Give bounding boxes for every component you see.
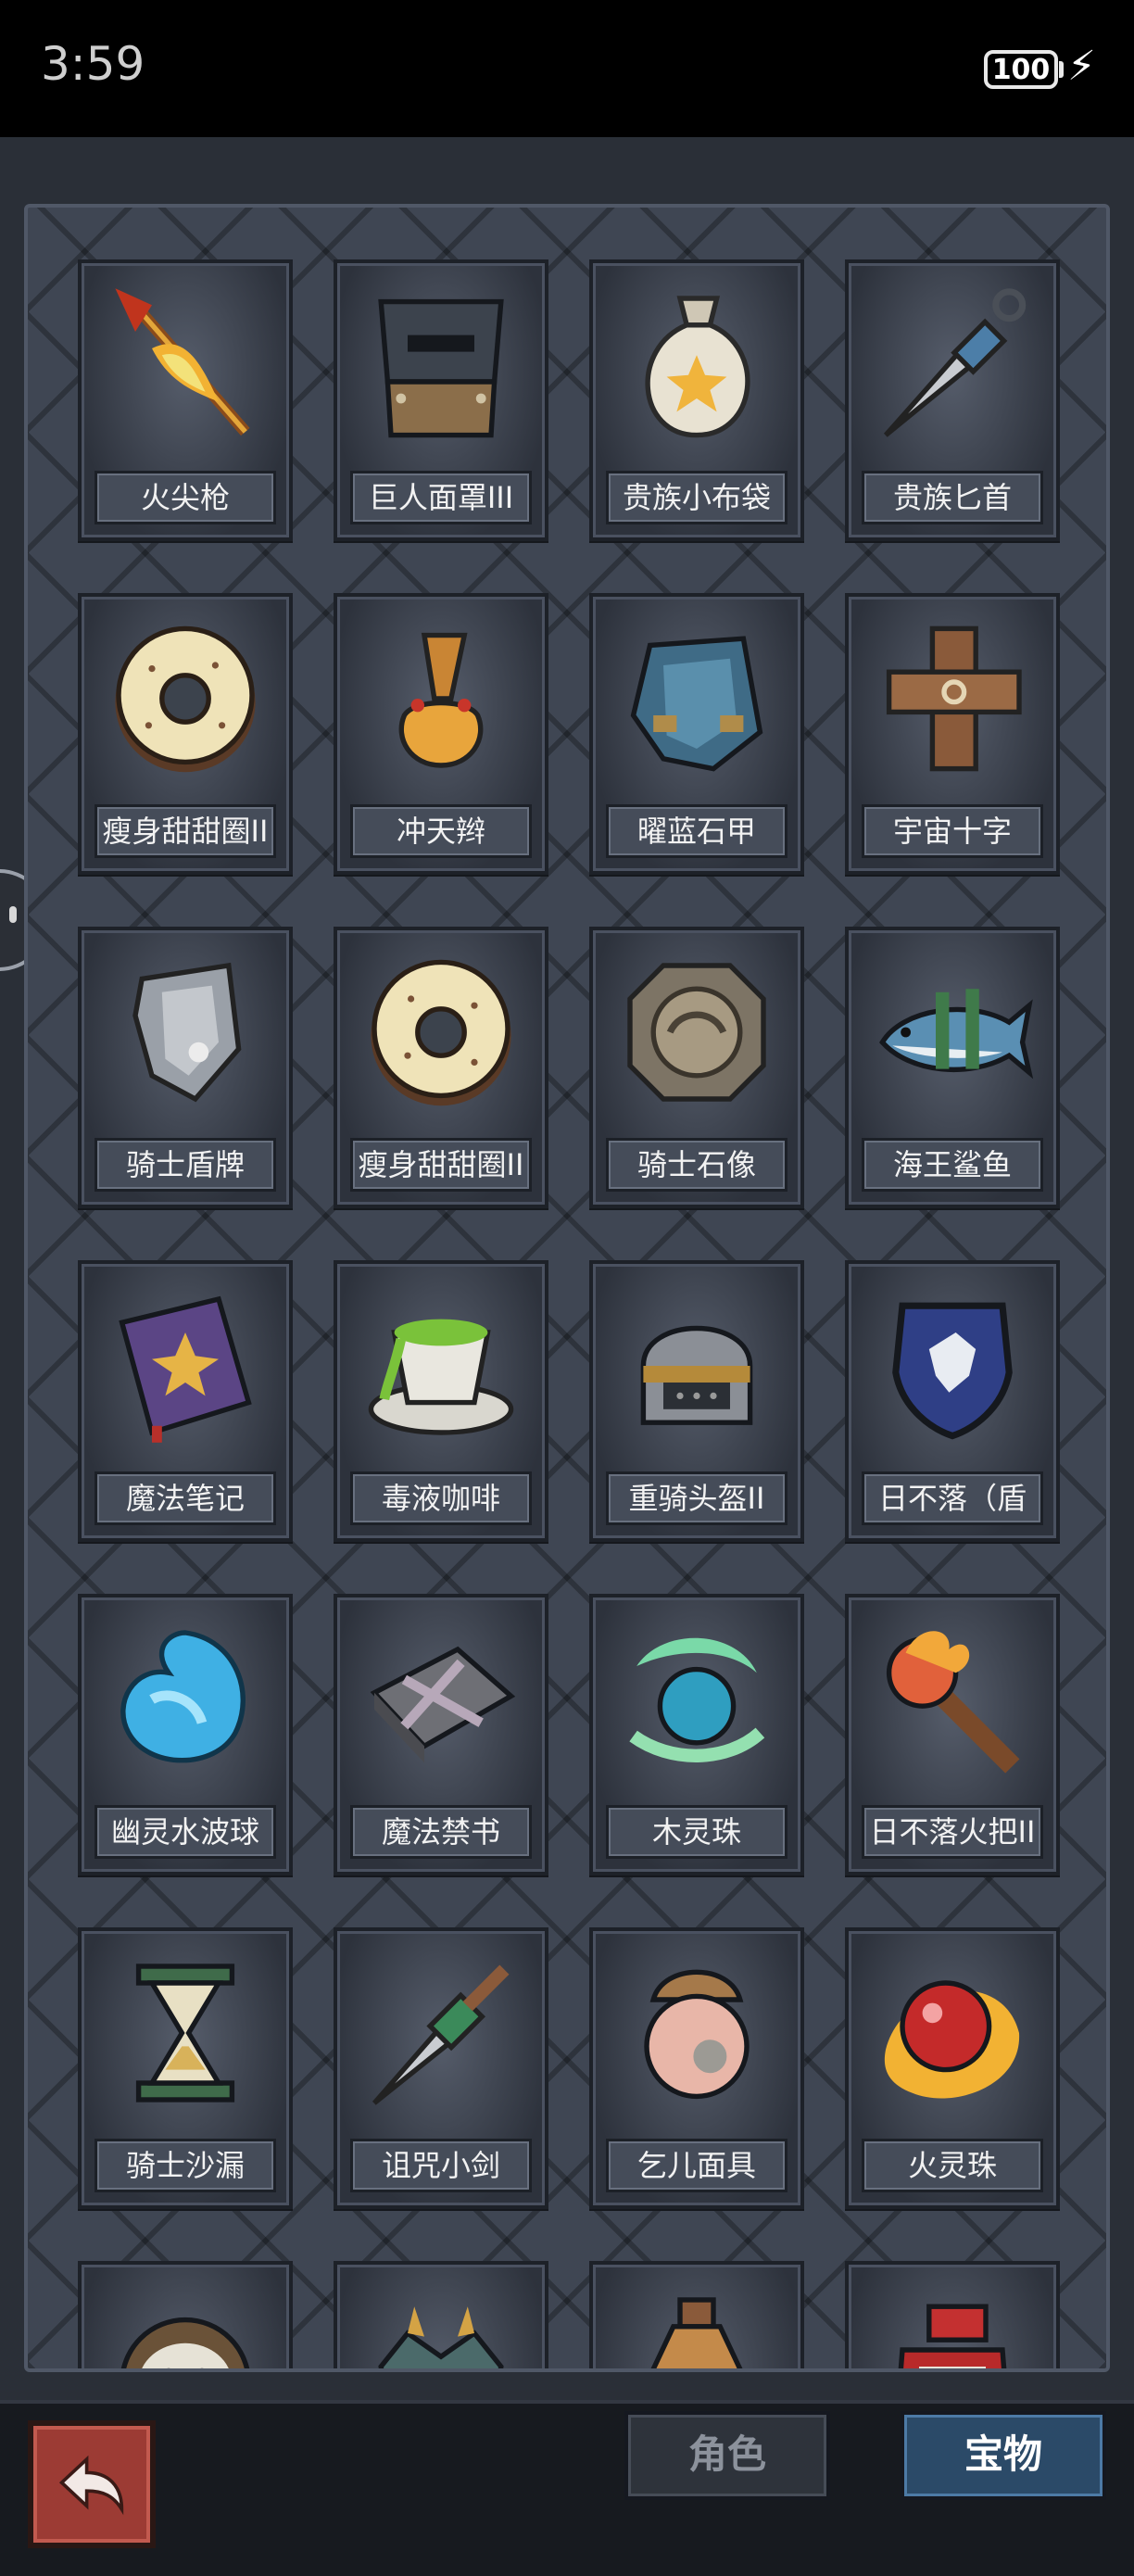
item-label: 贵族匕首	[862, 471, 1043, 524]
beggar-mask-icon	[608, 1942, 786, 2124]
pigtail-icon	[352, 608, 530, 789]
item-label: 骑士盾牌	[94, 1138, 276, 1192]
item-card[interactable]: 诅咒小剑	[334, 1927, 548, 2209]
item-card[interactable]: 幽灵水波球	[78, 1594, 293, 1875]
item-card[interactable]	[78, 2261, 293, 2368]
stone-medallion-icon	[608, 941, 786, 1123]
item-card[interactable]: 巨人面罩III	[334, 259, 548, 541]
spiked-armor-icon	[352, 2276, 530, 2368]
item-label: 曜蓝石甲	[606, 804, 788, 858]
battery-level: 100	[991, 53, 1051, 86]
item-card[interactable]	[334, 2261, 548, 2368]
wood-orb-icon	[608, 1609, 786, 1790]
item-label: 幽灵水波球	[94, 1805, 276, 1859]
blue-armor-icon	[608, 608, 786, 789]
item-card[interactable]: 魔法禁书	[334, 1594, 548, 1875]
item-card[interactable]	[589, 2261, 804, 2368]
item-label: 乞儿面具	[606, 2139, 788, 2192]
tab-treasure[interactable]: 宝物	[901, 2411, 1106, 2500]
item-card[interactable]: 日不落火把II	[845, 1594, 1060, 1875]
tab-character[interactable]: 角色	[624, 2411, 830, 2500]
item-label: 日不落火把II	[862, 1805, 1043, 1859]
item-label: 诅咒小剑	[350, 2139, 532, 2192]
item-label: 魔法禁书	[350, 1805, 532, 1859]
item-grid: 火尖枪 巨人面罩III 贵族小布袋 贵族匕首 瘦身甜甜圈II 冲天辫 曜蓝石甲 …	[78, 259, 1060, 2368]
item-card[interactable]: 日不落（盾	[845, 1260, 1060, 1542]
item-card[interactable]: 毒液咖啡	[334, 1260, 548, 1542]
red-scroll-icon	[863, 2276, 1041, 2368]
battery-tip	[1059, 61, 1064, 78]
item-label: 重骑头盔II	[606, 1471, 788, 1525]
inventory-panel[interactable]: 火尖枪 巨人面罩III 贵族小布袋 贵族匕首 瘦身甜甜圈II 冲天辫 曜蓝石甲 …	[24, 204, 1110, 2372]
battery-icon: 100	[984, 50, 1058, 89]
item-label: 火尖枪	[94, 471, 276, 524]
magic-book-icon	[96, 1275, 274, 1457]
return-arrow-icon	[58, 2455, 124, 2516]
item-label: 火灵珠	[862, 2139, 1043, 2192]
water-orb-icon	[96, 1609, 274, 1790]
item-label: 骑士石像	[606, 1138, 788, 1192]
bottom-tab-bar: 角色 宝物	[0, 2400, 1134, 2576]
item-label: 日不落（盾	[862, 1471, 1043, 1525]
charging-bolt-icon: ⚡	[1067, 43, 1096, 90]
blue-shield-icon	[863, 1275, 1041, 1457]
back-button[interactable]	[28, 2420, 156, 2548]
helmet-icon	[608, 1275, 786, 1457]
item-card[interactable]: 木灵珠	[589, 1594, 804, 1875]
item-card[interactable]: 骑士沙漏	[78, 1927, 293, 2209]
status-bar: 3:59 100 ⚡	[0, 0, 1134, 137]
fire-spear-icon	[96, 274, 274, 456]
noble-dagger-icon	[863, 274, 1041, 456]
item-label: 骑士沙漏	[94, 2139, 276, 2192]
item-card[interactable]: 魔法笔记	[78, 1260, 293, 1542]
item-card[interactable]: 瘦身甜甜圈II	[334, 927, 548, 1208]
item-card[interactable]	[845, 2261, 1060, 2368]
donut-icon	[352, 941, 530, 1123]
noble-pouch-icon	[608, 274, 786, 456]
item-label: 毒液咖啡	[350, 1471, 532, 1525]
donut-icon	[96, 608, 274, 789]
item-card[interactable]: 贵族匕首	[845, 259, 1060, 541]
item-card[interactable]: 海王鲨鱼	[845, 927, 1060, 1208]
fire-orb-icon	[863, 1942, 1041, 2124]
forbidden-book-icon	[352, 1609, 530, 1790]
skull-helmet-icon	[96, 2276, 274, 2368]
item-card[interactable]: 冲天辫	[334, 593, 548, 875]
hourglass-icon	[96, 1942, 274, 2124]
item-card[interactable]: 瘦身甜甜圈II	[78, 593, 293, 875]
item-card[interactable]: 重骑头盔II	[589, 1260, 804, 1542]
item-label: 巨人面罩III	[350, 471, 532, 524]
item-label: 瘦身甜甜圈II	[350, 1138, 532, 1192]
item-label: 瘦身甜甜圈II	[94, 804, 276, 858]
cosmic-cross-icon	[863, 608, 1041, 789]
shark-icon	[863, 941, 1041, 1123]
item-card[interactable]: 骑士石像	[589, 927, 804, 1208]
item-card[interactable]: 曜蓝石甲	[589, 593, 804, 875]
item-card[interactable]: 宇宙十字	[845, 593, 1060, 875]
item-card[interactable]: 乞儿面具	[589, 1927, 804, 2209]
item-label: 宇宙十字	[862, 804, 1043, 858]
giant-mask-icon	[352, 274, 530, 456]
item-card[interactable]: 火灵珠	[845, 1927, 1060, 2209]
item-label: 魔法笔记	[94, 1471, 276, 1525]
item-label: 海王鲨鱼	[862, 1138, 1043, 1192]
cursed-dagger-icon	[352, 1942, 530, 2124]
knight-shield-icon	[96, 941, 274, 1123]
potion-bottle-icon	[608, 2276, 786, 2368]
item-label: 木灵珠	[606, 1805, 788, 1859]
poison-coffee-icon	[352, 1275, 530, 1457]
item-card[interactable]: 骑士盾牌	[78, 927, 293, 1208]
item-label: 贵族小布袋	[606, 471, 788, 524]
torch-icon	[863, 1609, 1041, 1790]
item-card[interactable]: 贵族小布袋	[589, 259, 804, 541]
item-card[interactable]: 火尖枪	[78, 259, 293, 541]
status-time: 3:59	[41, 37, 145, 91]
item-label: 冲天辫	[350, 804, 532, 858]
